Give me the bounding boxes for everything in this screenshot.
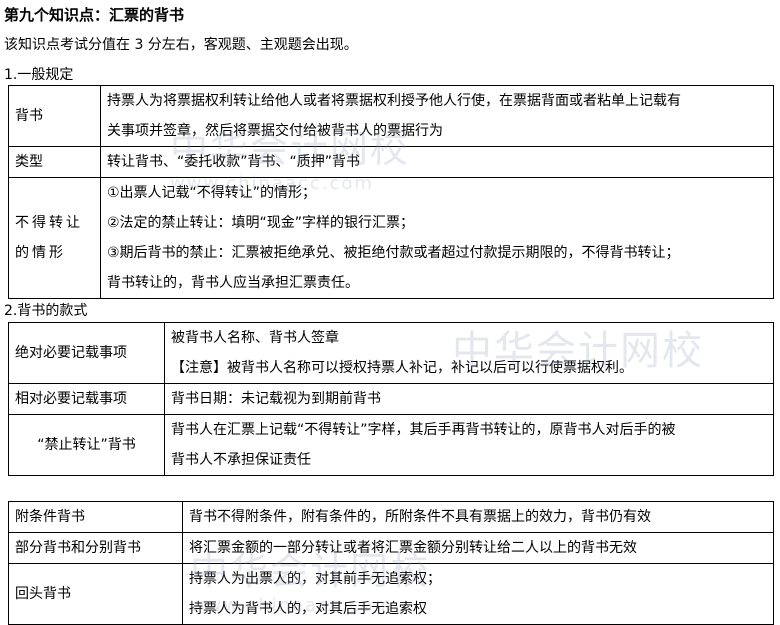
special-endorsement-table: 附条件背书 背书不得附条件，附有条件的，所附条件不具有票据上的效力，背书仍有效 …	[8, 501, 774, 625]
table-row: 不得转让的情形 ①出票人记载“不得转让”的情形； ②法定的禁止转让：填明“现金”…	[8, 177, 774, 299]
table-row: 背书 持票人为将票据权利转让给他人或者将票据权利授予他人行使，在票据背面或者粘单…	[8, 85, 774, 147]
row-content: 将汇票金额的一部分转让或者将汇票金额分别转让给二人以上的背书无效	[182, 532, 774, 564]
section2-heading: 2.背书的款式	[4, 303, 88, 319]
row-label: 背书	[8, 85, 101, 147]
content-line: 持票人为背书人的，对其后手无追索权	[189, 601, 427, 617]
row-content: 持票人为将票据权利转让给他人或者将票据权利授予他人行使，在票据背面或者粘单上记载…	[100, 85, 774, 147]
row-label: 类型	[8, 146, 101, 178]
table-row: “禁止转让”背书 背书人在汇票上记载“不得转让”字样，其后手再背书转让的，原背书…	[8, 414, 774, 476]
row-content: 持票人为出票人的，对其前手无追索权； 持票人为背书人的，对其后手无追索权	[182, 563, 774, 625]
row-content: 背书人在汇票上记载“不得转让”字样，其后手再背书转让的，原背书人对后手的被 背书…	[164, 414, 774, 476]
row-label: 部分背书和分别背书	[8, 532, 183, 564]
content-line: ②法定的禁止转让：填明“现金”字样的银行汇票；	[107, 215, 415, 231]
table-row: 部分背书和分别背书 将汇票金额的一部分转让或者将汇票金额分别转让给二人以上的背书…	[8, 532, 774, 564]
content-line: 背书不得附条件，附有条件的，所附条件不具有票据上的效力，背书仍有效	[189, 509, 651, 525]
table-row: 类型 转让背书、“委托收款”背书、“质押”背书	[8, 146, 774, 178]
general-rules-table: 背书 持票人为将票据权利转让给他人或者将票据权利授予他人行使，在票据背面或者粘单…	[8, 85, 774, 299]
row-label: 相对必要记载事项	[8, 383, 165, 415]
row-content: 被背书人名称、背书人签章 【注意】被背书人名称可以授权持票人补记，补记以后可以行…	[164, 322, 774, 384]
row-label: “禁止转让”背书	[8, 414, 165, 476]
content-line: 持票人为将票据权利转让给他人或者将票据权利授予他人行使，在票据背面或者粘单上记载…	[107, 93, 681, 109]
content-line: 关事项并签章，然后将票据交付给被背书人的票据行为	[107, 123, 443, 139]
content-line: 背书人不承担保证责任	[171, 452, 311, 468]
content-line: 背书人在汇票上记载“不得转让”字样，其后手再背书转让的，原背书人对后手的被	[171, 422, 676, 438]
endorsement-format-table: 绝对必要记载事项 被背书人名称、背书人签章 【注意】被背书人名称可以授权持票人补…	[8, 322, 774, 476]
row-label: 绝对必要记载事项	[8, 322, 165, 384]
content-line: 背书转让的，背书人应当承担汇票责任。	[107, 275, 359, 291]
intro-text: 该知识点考试分值在 3 分左右，客观题、主观题会出现。	[4, 37, 358, 53]
content-line: 转让背书、“委托收款”背书、“质押”背书	[107, 154, 361, 170]
table-row: 附条件背书 背书不得附条件，附有条件的，所附条件不具有票据上的效力，背书仍有效	[8, 501, 774, 533]
page-title: 第九个知识点：汇票的背书	[4, 6, 185, 24]
content-line: 被背书人名称、背书人签章	[171, 330, 339, 346]
content-line: ③期后背书的禁止：汇票被拒绝承兑、被拒绝付款或者超过付款提示期限的，不得背书转让…	[107, 245, 680, 261]
row-content: 转让背书、“委托收款”背书、“质押”背书	[100, 146, 774, 178]
content-line: 背书日期：未记载视为到期前背书	[171, 391, 381, 407]
content-line: ①出票人记载“不得转让”的情形；	[107, 185, 317, 201]
row-label: 回头背书	[8, 563, 183, 625]
row-content: ①出票人记载“不得转让”的情形； ②法定的禁止转让：填明“现金”字样的银行汇票；…	[100, 177, 774, 299]
content-line: 【注意】被背书人名称可以授权持票人补记，补记以后可以行使票据权利。	[171, 360, 633, 376]
table-row: 回头背书 持票人为出票人的，对其前手无追索权； 持票人为背书人的，对其后手无追索…	[8, 563, 774, 625]
section1-heading: 1.一般规定	[4, 67, 74, 83]
content-line: 持票人为出票人的，对其前手无追索权；	[189, 571, 441, 587]
row-content: 背书日期：未记载视为到期前背书	[164, 383, 774, 415]
content-line: 将汇票金额的一部分转让或者将汇票金额分别转让给二人以上的背书无效	[189, 540, 637, 556]
table-row: 相对必要记载事项 背书日期：未记载视为到期前背书	[8, 383, 774, 415]
row-label: 附条件背书	[8, 501, 183, 533]
row-label: 不得转让的情形	[8, 177, 101, 299]
row-content: 背书不得附条件，附有条件的，所附条件不具有票据上的效力，背书仍有效	[182, 501, 774, 533]
table-row: 绝对必要记载事项 被背书人名称、背书人签章 【注意】被背书人名称可以授权持票人补…	[8, 322, 774, 384]
